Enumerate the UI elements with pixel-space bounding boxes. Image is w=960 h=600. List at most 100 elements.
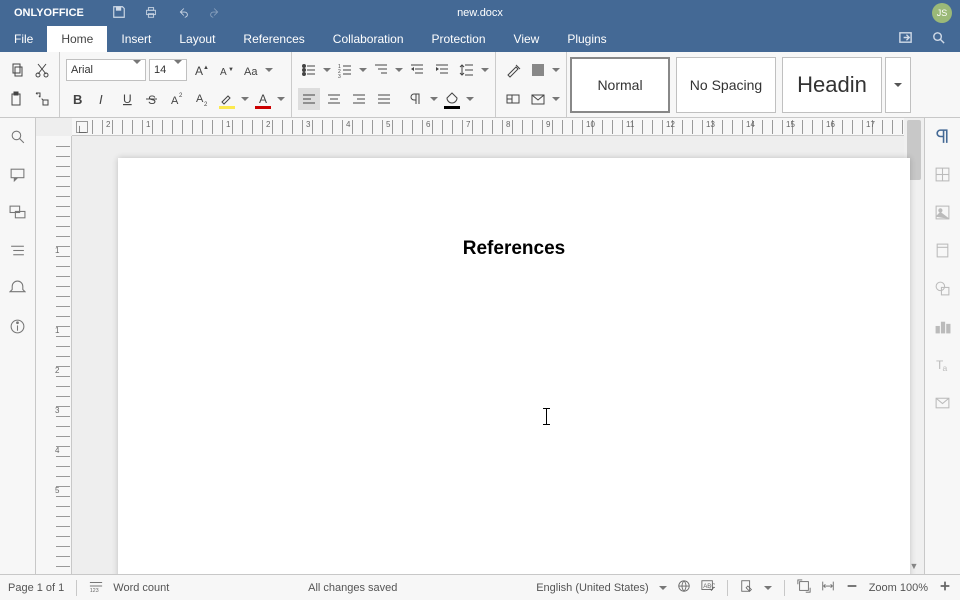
strikeout-button[interactable]: S	[141, 88, 163, 110]
redo-icon[interactable]	[208, 5, 222, 22]
font-color-button[interactable]: A	[252, 88, 274, 110]
menu-view[interactable]: View	[500, 26, 554, 52]
borders-dropdown[interactable]	[552, 59, 560, 81]
shading-dropdown[interactable]	[466, 88, 474, 110]
wordcount-label[interactable]: Word count	[113, 582, 169, 594]
mail-merge-icon[interactable]	[934, 394, 951, 414]
save-icon[interactable]	[112, 5, 126, 22]
align-right-button[interactable]	[348, 88, 370, 110]
fit-width-icon[interactable]	[821, 579, 835, 596]
dec-indent-button[interactable]	[406, 59, 428, 81]
headings-icon[interactable]	[9, 242, 26, 262]
insert-field-button[interactable]	[502, 88, 524, 110]
bullets-dropdown[interactable]	[323, 59, 331, 81]
language-selector[interactable]: English (United States)	[536, 582, 649, 594]
mailmerge-dropdown[interactable]	[552, 88, 560, 110]
menu-home[interactable]: Home	[47, 26, 107, 52]
numbering-dropdown[interactable]	[359, 59, 367, 81]
styles-dropdown[interactable]	[885, 57, 911, 113]
underline-button[interactable]: U	[116, 88, 138, 110]
highlight-button[interactable]	[216, 88, 238, 110]
line-spacing-button[interactable]	[456, 59, 478, 81]
trackchanges-icon[interactable]	[740, 579, 754, 596]
chat-icon[interactable]	[9, 204, 26, 224]
bullets-button[interactable]	[298, 59, 320, 81]
font-color-dropdown[interactable]	[277, 88, 285, 110]
spellcheck-icon[interactable]: ABC	[701, 579, 715, 596]
bold-button[interactable]: B	[66, 88, 88, 110]
undo-icon[interactable]	[176, 5, 190, 22]
subscript-button[interactable]: A2	[191, 88, 213, 110]
search-icon[interactable]	[931, 30, 946, 48]
highlight-dropdown[interactable]	[241, 88, 249, 110]
change-case-dropdown[interactable]	[265, 59, 273, 81]
style-normal[interactable]: Normal	[570, 57, 670, 113]
editor-area[interactable]: ∟ 211234567891011121314151617 112345 ▲ ▼…	[36, 118, 924, 574]
style-nospacing[interactable]: No Spacing	[676, 57, 776, 113]
nonprinting-dropdown[interactable]	[430, 88, 438, 110]
decrement-font-button[interactable]: A▼	[215, 59, 237, 81]
align-justify-button[interactable]	[373, 88, 395, 110]
chevron-down-icon[interactable]	[659, 586, 667, 590]
menu-plugins[interactable]: Plugins	[553, 26, 620, 52]
paste-button[interactable]	[6, 88, 28, 110]
textart-settings-icon[interactable]: Ta	[934, 356, 951, 376]
font-size-combo[interactable]: 14	[149, 59, 187, 81]
numbering-button[interactable]: 123	[334, 59, 356, 81]
horizontal-ruler[interactable]: ∟ 211234567891011121314151617	[72, 118, 904, 136]
comments-icon[interactable]	[9, 166, 26, 186]
copy-button[interactable]	[6, 59, 28, 81]
svg-text:3: 3	[338, 74, 341, 78]
svg-text:A: A	[196, 93, 204, 105]
set-doclang-icon[interactable]	[677, 579, 691, 596]
menu-file[interactable]: File	[0, 26, 47, 52]
nonprinting-button[interactable]	[405, 88, 427, 110]
find-icon[interactable]	[9, 128, 26, 148]
borders-button[interactable]	[527, 59, 549, 81]
multilevel-dropdown[interactable]	[395, 59, 403, 81]
menu-protection[interactable]: Protection	[418, 26, 500, 52]
fit-page-icon[interactable]	[797, 579, 811, 596]
open-location-icon[interactable]	[898, 30, 913, 48]
paragraph-settings-icon[interactable]	[934, 128, 951, 148]
change-case-button[interactable]: Aa	[240, 59, 262, 81]
superscript-button[interactable]: A2	[166, 88, 188, 110]
chart-settings-icon[interactable]	[934, 318, 951, 338]
tab-selector[interactable]: ∟	[76, 121, 88, 133]
document-page[interactable]: References	[118, 158, 910, 574]
image-settings-icon[interactable]	[934, 204, 951, 224]
italic-button[interactable]: I	[91, 88, 113, 110]
style-heading1[interactable]: Headin	[782, 57, 882, 113]
cut-button[interactable]	[31, 59, 53, 81]
align-left-button[interactable]	[298, 88, 320, 110]
vertical-ruler[interactable]: 112345	[36, 136, 72, 574]
multilevel-button[interactable]	[370, 59, 392, 81]
zoom-out-button[interactable]	[845, 579, 859, 596]
clear-style-button[interactable]	[502, 59, 524, 81]
wordcount-icon[interactable]: 123	[89, 579, 103, 596]
copy-style-button[interactable]	[31, 88, 53, 110]
zoom-value[interactable]: Zoom 100%	[869, 582, 928, 594]
shape-settings-icon[interactable]	[934, 280, 951, 300]
line-spacing-dropdown[interactable]	[481, 59, 489, 81]
document-heading[interactable]: References	[118, 238, 910, 260]
zoom-in-button[interactable]	[938, 579, 952, 596]
inc-indent-button[interactable]	[431, 59, 453, 81]
menu-layout[interactable]: Layout	[165, 26, 229, 52]
page-indicator[interactable]: Page 1 of 1	[8, 582, 64, 594]
menu-collaboration[interactable]: Collaboration	[319, 26, 418, 52]
trackchanges-dropdown[interactable]	[764, 586, 772, 590]
shading-button[interactable]	[441, 88, 463, 110]
user-avatar[interactable]: JS	[932, 3, 952, 23]
increment-font-button[interactable]: A▲	[190, 59, 212, 81]
table-settings-icon[interactable]	[934, 166, 951, 186]
menu-insert[interactable]: Insert	[107, 26, 165, 52]
feedback-icon[interactable]	[9, 280, 26, 300]
font-name-combo[interactable]: Arial	[66, 59, 146, 81]
about-icon[interactable]	[9, 318, 26, 338]
mailmerge-button[interactable]	[527, 88, 549, 110]
align-center-button[interactable]	[323, 88, 345, 110]
print-icon[interactable]	[144, 5, 158, 22]
menu-references[interactable]: References	[229, 26, 318, 52]
header-footer-icon[interactable]	[934, 242, 951, 262]
